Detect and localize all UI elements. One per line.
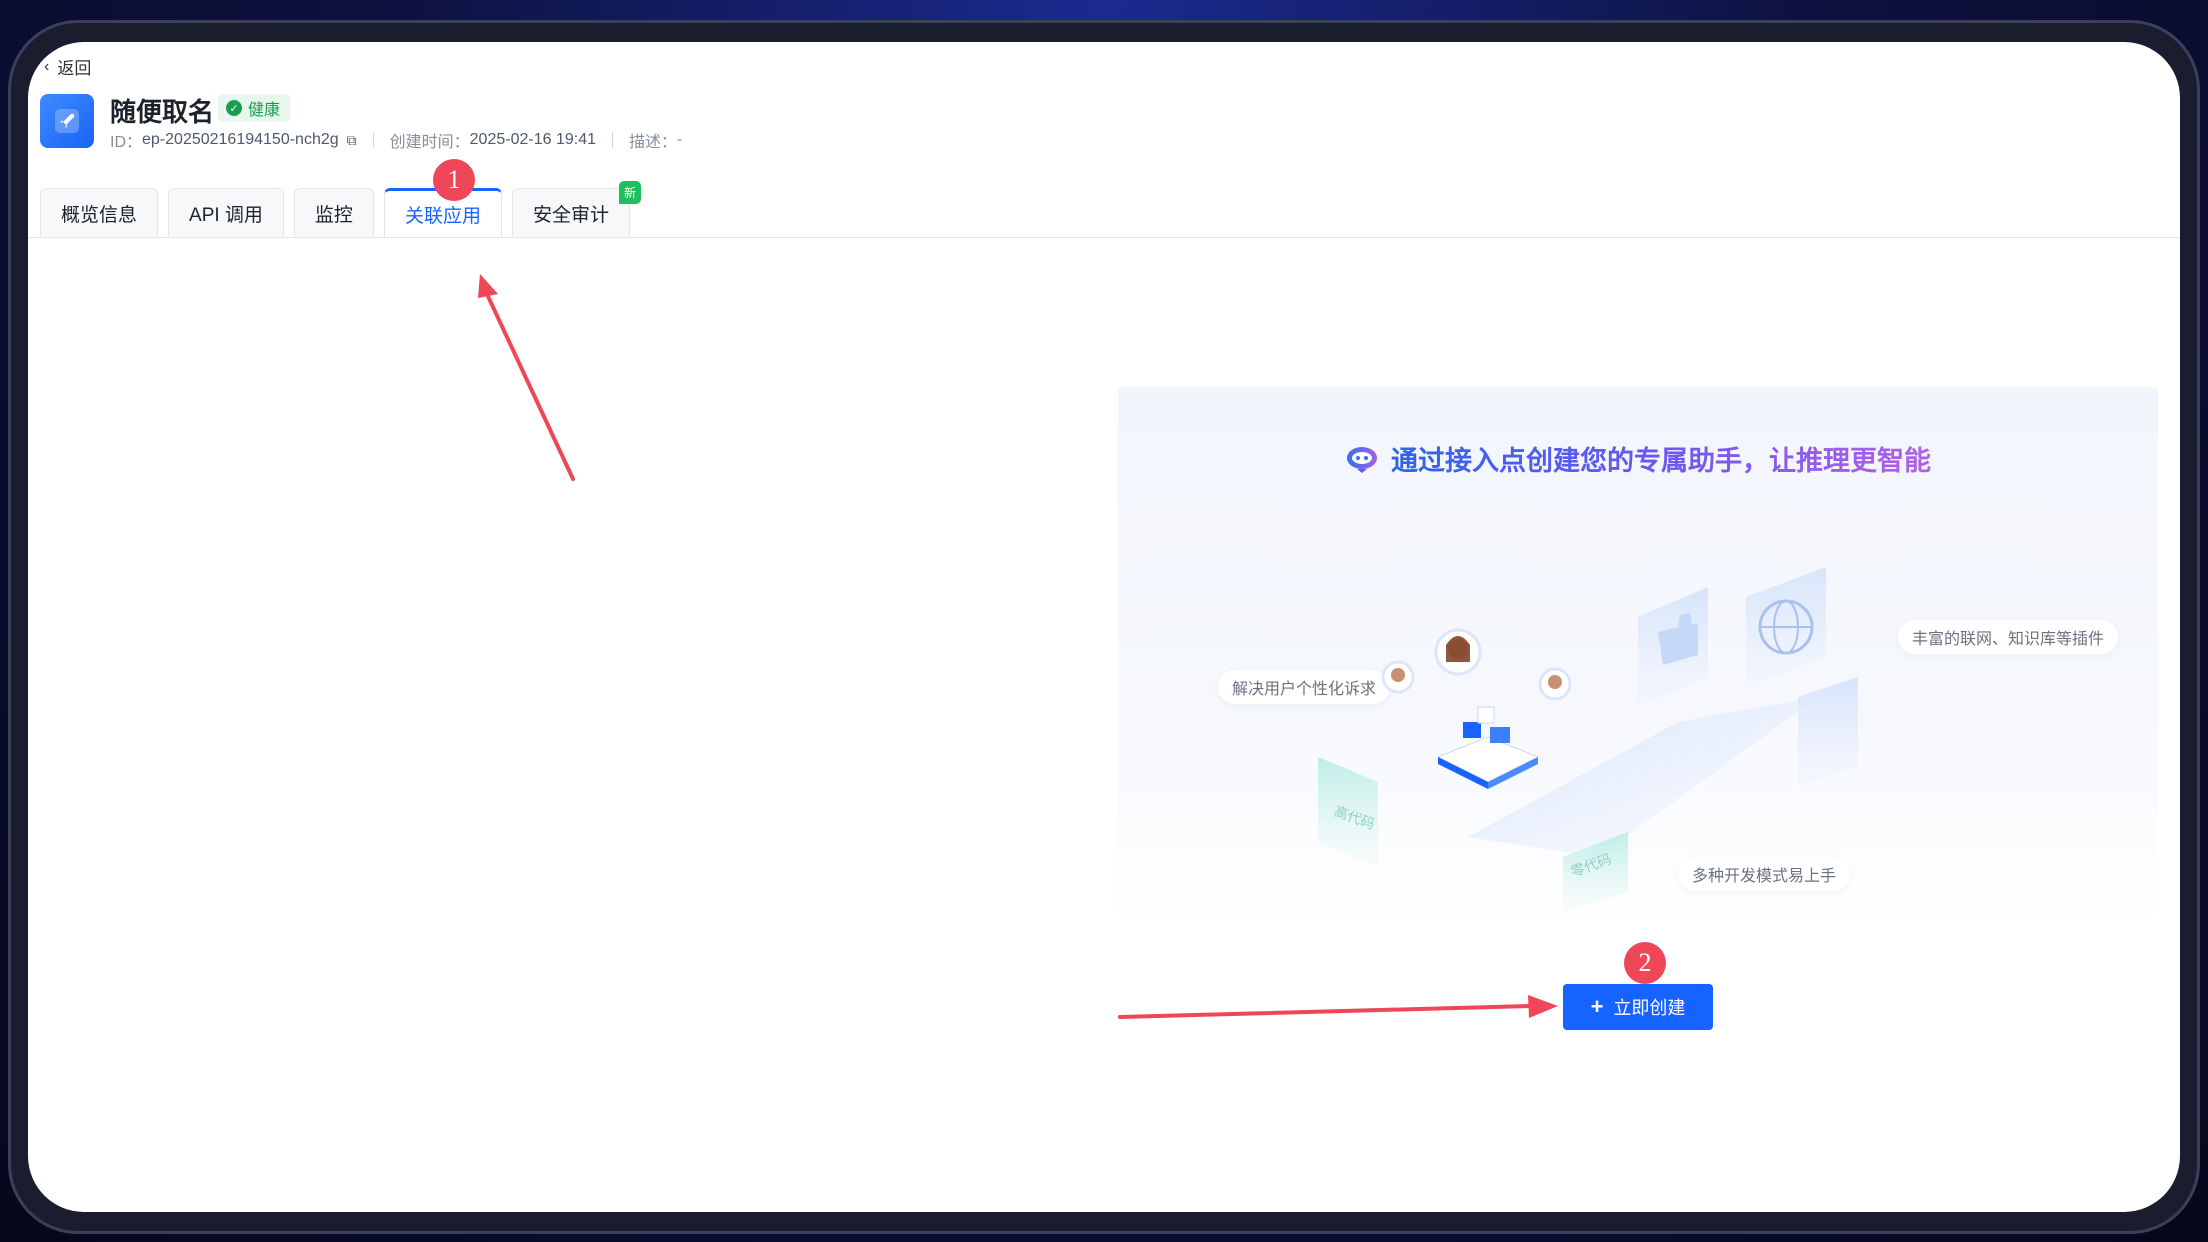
tab-monitor[interactable]: 监控 [293, 188, 374, 238]
tab-label: 安全审计 [532, 205, 609, 226]
promo-title-text: 通过接入点创建您的专属助手，让推理更智能 [1391, 439, 1931, 478]
tab-divider [28, 237, 2180, 238]
feature-pill: 多种开发模式易上手 [1678, 857, 1851, 891]
created-label: 创建时间： [389, 134, 470, 151]
tab-label: 概览信息 [61, 205, 138, 226]
endpoint-id: ep-20250216194150-nch2g [142, 131, 339, 148]
tab-api[interactable]: API 调用 [168, 188, 284, 238]
card-label: 高代码 [1332, 803, 1377, 833]
card-label: 零代码 [1569, 851, 1614, 880]
divider [372, 132, 374, 148]
created-time: 2025-02-16 19:41 [469, 131, 596, 148]
promo-title: 通过接入点创建您的专属助手，让推理更智能 [1118, 439, 2158, 478]
tab-label: 关联应用 [404, 206, 481, 227]
id-label: ID： [110, 134, 143, 151]
tab-security-audit[interactable]: 安全审计 新 [511, 181, 641, 238]
new-badge: 新 [618, 181, 641, 204]
endpoint-name: 随便取名 [110, 97, 215, 127]
step-marker-2: 2 [1624, 942, 1666, 984]
tab-label: API 调用 [189, 205, 263, 226]
divider [611, 132, 613, 148]
back-link[interactable]: ‹ 返回 [44, 54, 91, 79]
tab-overview[interactable]: 概览信息 [40, 188, 159, 238]
app-screen: ‹ 返回 随便取名 ✓ 健康 ID： ep-20250216194150-nch… [28, 42, 2180, 1212]
rocket-icon [40, 94, 94, 148]
status-badge: ✓ 健康 [218, 94, 291, 122]
create-label: 立即创建 [1613, 998, 1686, 1018]
step-marker-1: 1 [433, 159, 475, 201]
empty-state-panel: 通过接入点创建您的专属助手，让推理更智能 解决用户个性化诉求 丰富的联网、知识库… [1118, 387, 2158, 927]
desc-label: 描述： [628, 134, 677, 151]
chevron-left-icon: ‹ [44, 57, 50, 75]
desc-value: - [677, 131, 683, 148]
tab-label: 监控 [314, 205, 353, 226]
create-now-button[interactable]: + 立即创建 [1563, 984, 1713, 1030]
robot-icon [1347, 446, 1377, 473]
feature-pill: 解决用户个性化诉求 [1218, 670, 1391, 704]
status-text: 健康 [248, 102, 281, 119]
check-circle-icon: ✓ [226, 100, 242, 116]
tab-bar: 概览信息 API 调用 监控 关联应用 安全审计 新 [40, 181, 641, 238]
back-label: 返回 [57, 59, 92, 78]
feature-pill: 丰富的联网、知识库等插件 [1898, 620, 2119, 654]
plus-icon: + [1590, 994, 1604, 1019]
copy-icon[interactable]: ⧉ [347, 132, 357, 149]
endpoint-meta: ID： ep-20250216194150-nch2g ⧉ 创建时间： 2025… [110, 128, 682, 152]
